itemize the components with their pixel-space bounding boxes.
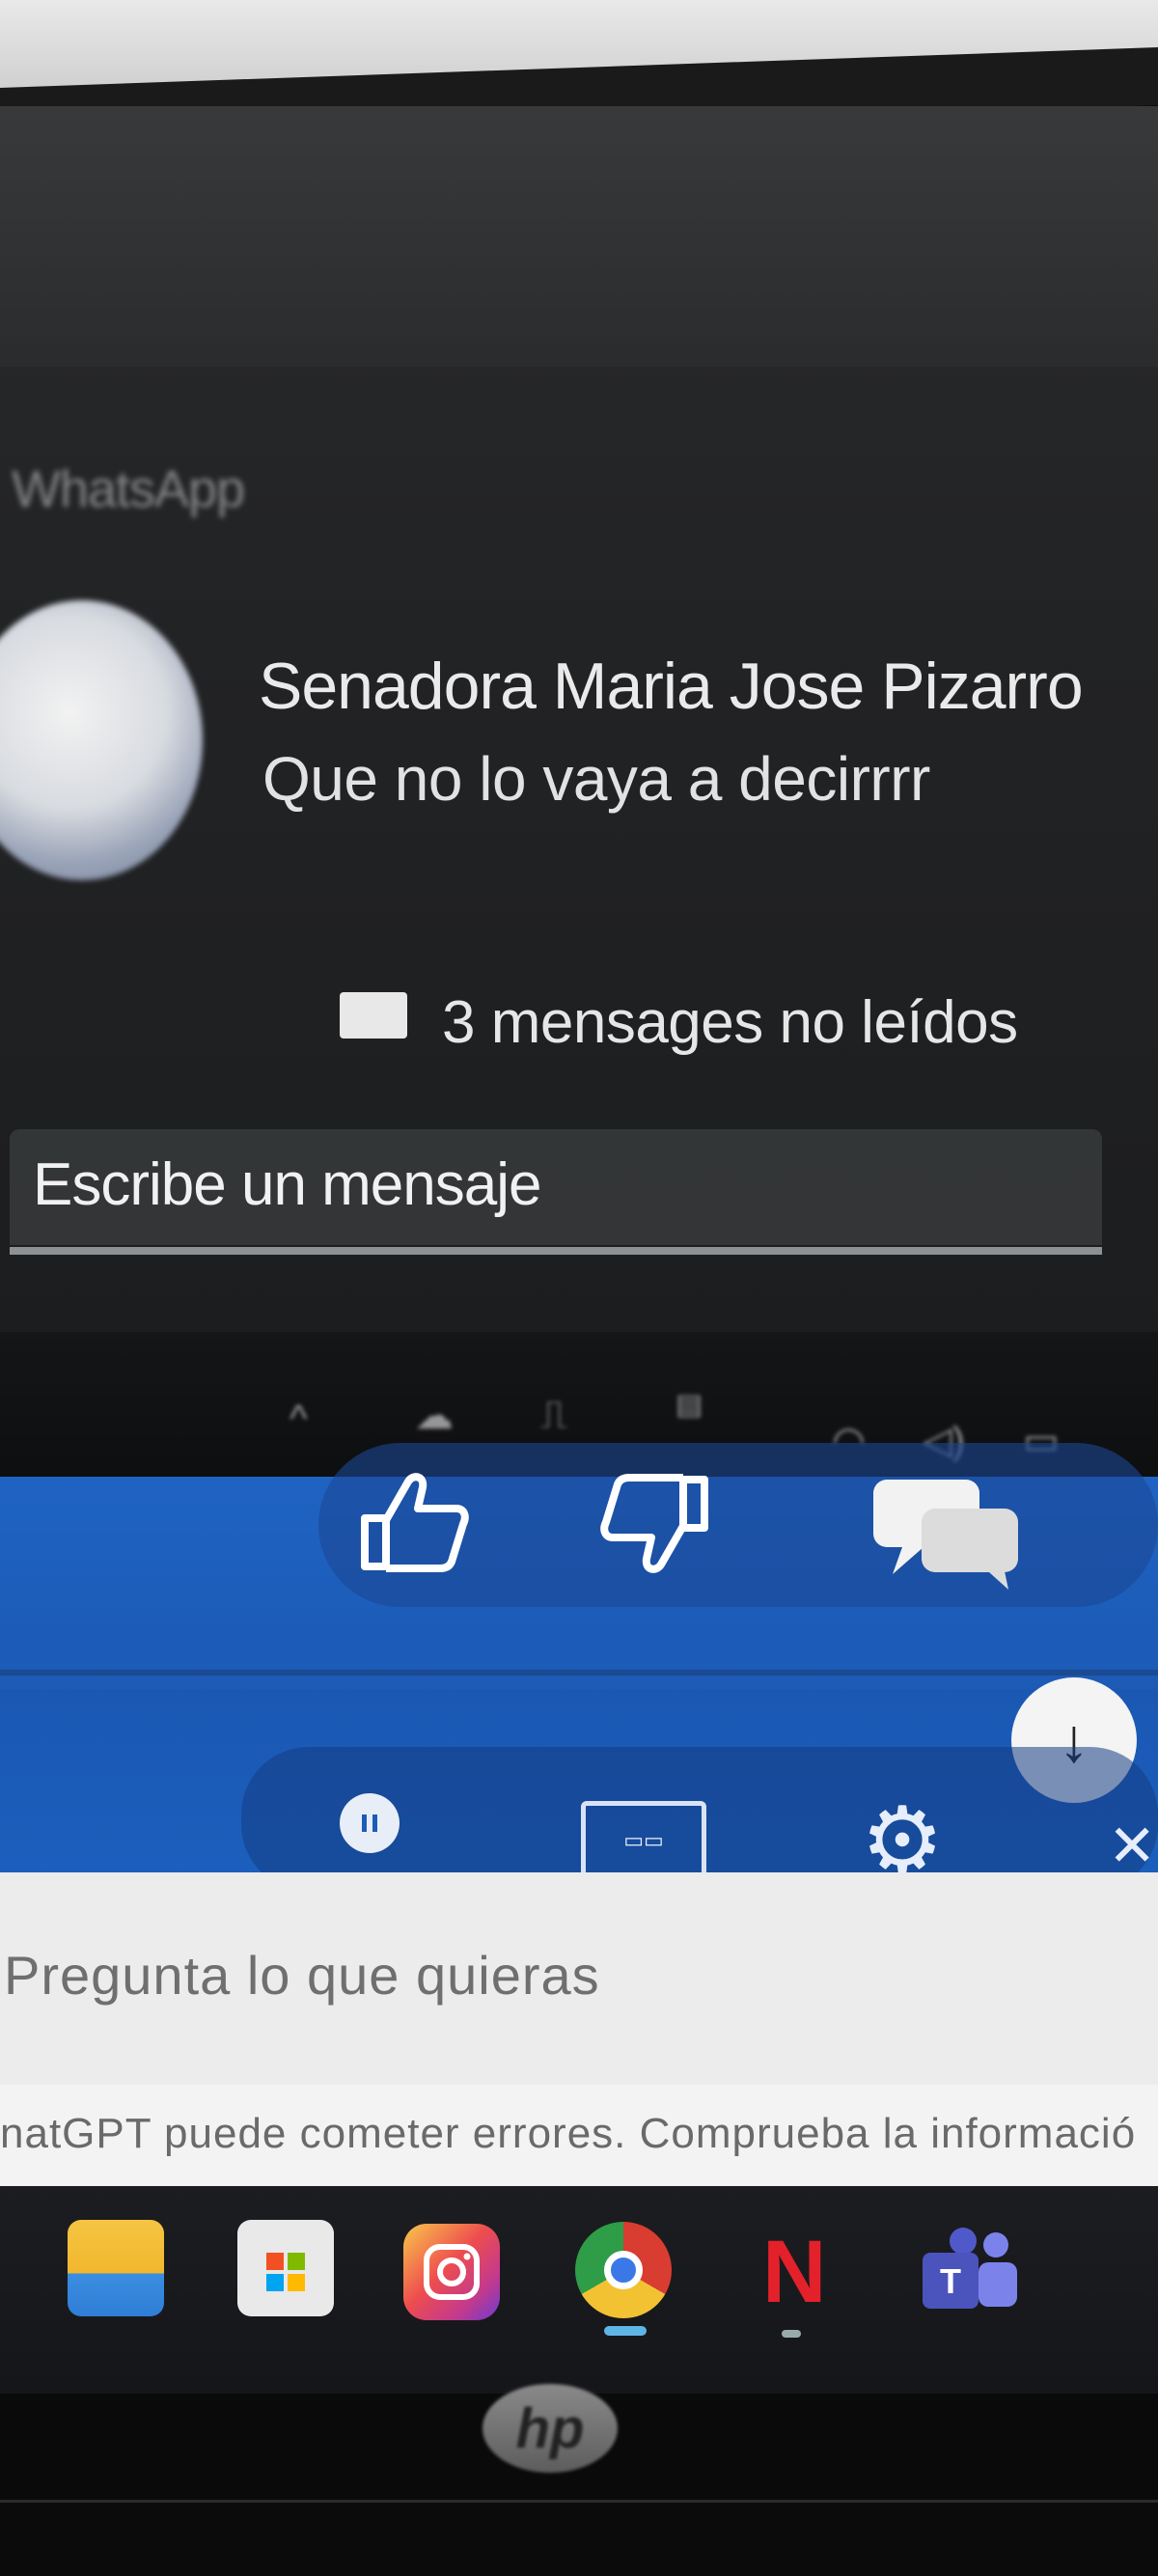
- microphone-icon[interactable]: ⎍: [540, 1394, 567, 1437]
- chrome-icon[interactable]: [575, 2222, 672, 2318]
- monitor-icon[interactable]: ▭▭: [581, 1801, 706, 1880]
- chatgpt-disclaimer: natGPT puede cometer errores. Comprueba …: [0, 2110, 1137, 2157]
- chat-bubbles-icon[interactable]: [859, 1465, 1033, 1600]
- teams-icon[interactable]: T: [917, 2224, 1023, 2320]
- hp-logo: hp: [482, 2384, 618, 2473]
- close-icon[interactable]: ✕: [1108, 1813, 1156, 1880]
- notification-sender: Senadora Maria Jose Pizarro: [259, 650, 1084, 723]
- unread-message-icon: [340, 992, 407, 1039]
- instagram-icon[interactable]: [403, 2224, 500, 2320]
- cloud-icon[interactable]: ☁: [415, 1394, 454, 1438]
- file-explorer-icon[interactable]: [68, 2220, 164, 2316]
- teams-letter: T: [940, 2261, 961, 2301]
- reply-input-placeholder[interactable]: Escribe un mensaje: [33, 1150, 541, 1219]
- microsoft-store-icon[interactable]: [237, 2220, 334, 2316]
- notification-app-name: WhatsApp: [12, 460, 245, 518]
- netflix-icon[interactable]: N: [762, 2224, 826, 2320]
- reply-input-underline: [10, 1247, 1102, 1255]
- language-indicator-icon[interactable]: ▤: [676, 1388, 703, 1422]
- thumbs-up-icon[interactable]: [345, 1455, 481, 1591]
- notification-message-preview: Que no lo vaya a decirrrr: [262, 744, 930, 814]
- thumbs-down-icon[interactable]: [579, 1455, 724, 1591]
- chrome-active-indicator: [604, 2326, 647, 2336]
- notification-header-area: [0, 106, 1158, 367]
- chevron-up-icon[interactable]: ^: [290, 1398, 308, 1441]
- laptop-bottom-bezel: [0, 2500, 1158, 2576]
- netflix-running-indicator: [782, 2330, 801, 2338]
- pause-icon[interactable]: [340, 1793, 400, 1853]
- chat-divider: [0, 1670, 1158, 1676]
- unread-count-label: 3 mensages no leídos: [442, 989, 1018, 1056]
- composer-placeholder[interactable]: Pregunta lo que quieras: [4, 1944, 600, 2007]
